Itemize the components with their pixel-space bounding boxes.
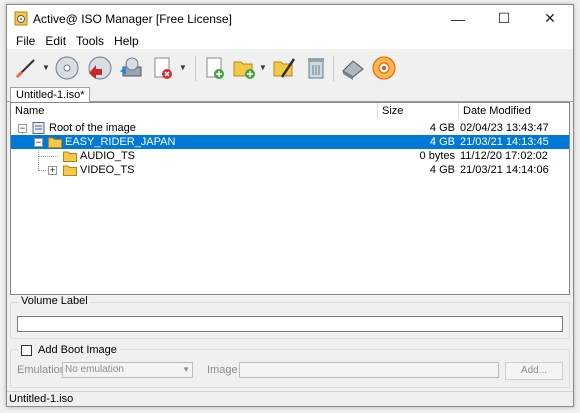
row-date: 11/12/20 17:02:02 bbox=[460, 150, 548, 162]
menu-help[interactable]: Help bbox=[109, 34, 144, 48]
emulation-select[interactable]: No emulation ▼ bbox=[62, 362, 193, 378]
recycle-bin-button[interactable] bbox=[302, 54, 330, 82]
window-title: Active@ ISO Manager [Free License] bbox=[33, 12, 232, 26]
folder-icon bbox=[48, 137, 62, 148]
table-row[interactable]: + VIDEO_TS 4 GB 21/03/21 14:14:06 bbox=[11, 163, 569, 177]
maximize-button[interactable]: ☐ bbox=[481, 5, 527, 32]
volume-label-group: Volume Label bbox=[10, 295, 570, 339]
row-name: EASY_RIDER_JAPAN bbox=[65, 136, 176, 148]
extract-icon bbox=[120, 57, 142, 77]
new-image-dropdown[interactable]: ▼ bbox=[42, 63, 50, 72]
folder-icon bbox=[63, 165, 77, 176]
table-row[interactable]: − Root of the image 4 GB 02/04/23 13:43:… bbox=[11, 121, 569, 135]
toolbar-separator bbox=[333, 56, 334, 81]
row-name: AUDIO_TS bbox=[80, 150, 136, 162]
image-path-input[interactable] bbox=[239, 362, 499, 378]
list-header: Name Size Date Modified bbox=[11, 103, 569, 120]
rename-icon bbox=[273, 58, 296, 78]
boot-image-group: Add Boot Image Emulation No emulation ▼ … bbox=[10, 344, 570, 388]
minimize-button[interactable]: — bbox=[435, 5, 481, 32]
row-date: 21/03/21 14:13:45 bbox=[460, 136, 549, 148]
emulation-label: Emulation bbox=[17, 364, 66, 376]
burn-iso-icon bbox=[372, 56, 396, 80]
expand-toggle[interactable]: + bbox=[48, 166, 57, 175]
menu-tools[interactable]: Tools bbox=[71, 34, 109, 48]
table-row-selected[interactable]: − EASY_RIDER_JAPAN 4 GB 21/03/21 14:13:4… bbox=[11, 135, 569, 149]
add-file-button[interactable] bbox=[201, 54, 229, 82]
erase-disc-button[interactable] bbox=[339, 54, 367, 82]
row-date: 21/03/21 14:14:06 bbox=[460, 164, 549, 176]
close-button[interactable]: ✕ bbox=[527, 5, 573, 32]
recycle-bin-icon bbox=[308, 58, 324, 79]
delete-dropdown[interactable]: ▼ bbox=[179, 63, 187, 72]
burn-disc-button[interactable] bbox=[85, 54, 113, 82]
row-size: 0 bytes bbox=[419, 150, 455, 162]
add-file-icon bbox=[206, 57, 224, 79]
app-icon bbox=[14, 11, 28, 26]
add-boot-image-checkbox[interactable]: Add Boot Image bbox=[18, 344, 120, 356]
burn-disc-icon bbox=[88, 56, 112, 80]
add-folder-dropdown[interactable]: ▼ bbox=[259, 63, 267, 72]
app-window: Active@ ISO Manager [Free License] — ☐ ✕… bbox=[6, 4, 574, 407]
row-date: 02/04/23 13:43:47 bbox=[460, 122, 549, 134]
status-bar: Untitled-1.iso bbox=[7, 391, 573, 406]
file-tree-list[interactable]: Name Size Date Modified − Root of the im… bbox=[10, 102, 570, 295]
volume-label-title: Volume Label bbox=[19, 295, 90, 307]
row-name: Root of the image bbox=[49, 122, 136, 134]
image-label: Image bbox=[207, 364, 238, 376]
menu-bar: File Edit Tools Help bbox=[7, 32, 573, 49]
add-image-button[interactable]: Add... bbox=[505, 362, 563, 380]
column-size[interactable]: Size bbox=[378, 103, 459, 120]
row-size: 4 GB bbox=[429, 136, 455, 148]
add-boot-image-label: Add Boot Image bbox=[38, 344, 117, 356]
new-image-button[interactable] bbox=[12, 54, 40, 82]
open-disc-button[interactable] bbox=[53, 54, 81, 82]
column-name[interactable]: Name bbox=[11, 103, 378, 120]
menu-file[interactable]: File bbox=[11, 34, 40, 48]
row-size: 4 GB bbox=[429, 122, 455, 134]
column-date-modified[interactable]: Date Modified bbox=[459, 103, 569, 120]
title-bar: Active@ ISO Manager [Free License] — ☐ ✕ bbox=[7, 5, 573, 32]
toolbar-separator bbox=[195, 56, 196, 81]
collapse-toggle[interactable]: − bbox=[34, 138, 43, 147]
document-tabs: Untitled-1.iso* bbox=[7, 87, 573, 103]
toolbar: ▼ ▼ ▼ bbox=[7, 49, 573, 87]
chevron-down-icon: ▼ bbox=[182, 365, 190, 374]
new-image-icon bbox=[15, 59, 35, 79]
add-folder-icon bbox=[233, 61, 255, 79]
emulation-value: No emulation bbox=[65, 364, 124, 375]
row-size: 4 GB bbox=[429, 164, 455, 176]
rename-button[interactable] bbox=[271, 54, 299, 82]
collapse-toggle[interactable]: − bbox=[18, 124, 27, 133]
volume-label-input[interactable] bbox=[17, 316, 563, 332]
erase-disc-icon bbox=[342, 60, 364, 80]
row-name: VIDEO_TS bbox=[80, 164, 135, 176]
table-row[interactable]: AUDIO_TS 0 bytes 11/12/20 17:02:02 bbox=[11, 149, 569, 163]
extract-button[interactable] bbox=[117, 54, 145, 82]
folder-icon bbox=[63, 151, 77, 162]
add-folder-button[interactable] bbox=[231, 54, 259, 82]
checkbox-box[interactable] bbox=[21, 344, 32, 356]
delete-icon bbox=[154, 57, 172, 79]
tab-untitled-1[interactable]: Untitled-1.iso* bbox=[10, 87, 91, 103]
menu-edit[interactable]: Edit bbox=[40, 34, 71, 48]
burn-iso-button[interactable] bbox=[370, 54, 398, 82]
list-rows: − Root of the image 4 GB 02/04/23 13:43:… bbox=[11, 121, 569, 177]
delete-button[interactable] bbox=[149, 54, 177, 82]
open-disc-icon bbox=[55, 56, 79, 80]
disc-image-icon bbox=[32, 122, 45, 134]
